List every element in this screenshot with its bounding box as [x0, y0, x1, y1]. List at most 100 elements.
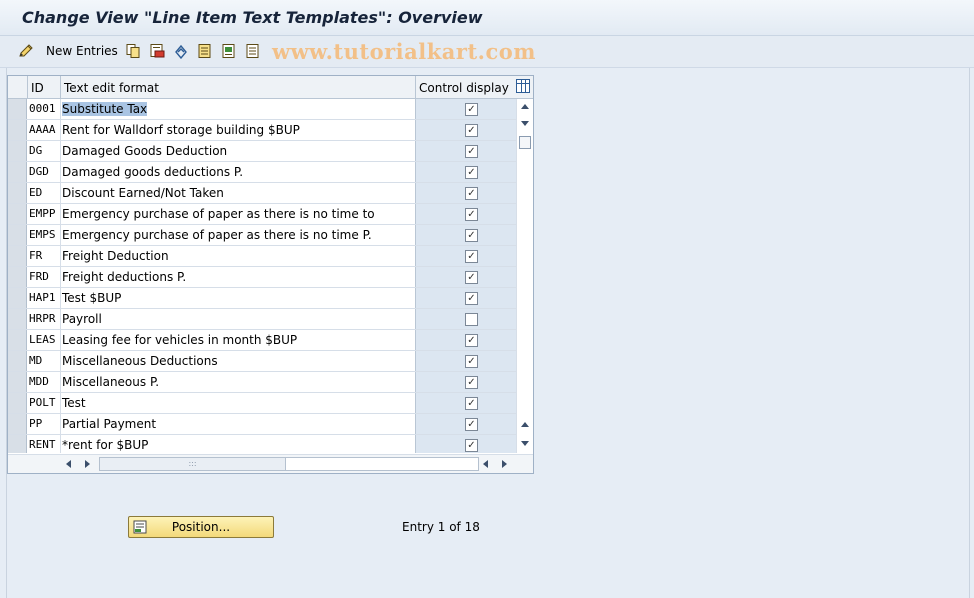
cell-text-edit-format[interactable]: Test $BUP: [61, 288, 416, 308]
cell-text-edit-format[interactable]: Substitute Tax: [61, 99, 416, 119]
row-selector[interactable]: [8, 414, 27, 434]
delete-icon[interactable]: [149, 43, 165, 59]
control-display-checkbox[interactable]: ✓: [465, 187, 478, 200]
table-row[interactable]: EMPS Emergency purchase of paper as there…: [8, 225, 516, 246]
row-selector[interactable]: [8, 330, 27, 350]
edit-pencil-icon[interactable]: [18, 43, 34, 59]
row-selector[interactable]: [8, 351, 27, 371]
table-row[interactable]: HAP1 Test $BUP ✓: [8, 288, 516, 309]
row-selector[interactable]: [8, 120, 27, 140]
cell-text-edit-format[interactable]: Rent for Walldorf storage building $BUP: [61, 120, 416, 140]
control-display-checkbox[interactable]: ✓: [465, 439, 478, 452]
page-up-icon[interactable]: [521, 422, 529, 427]
table-row[interactable]: MD Miscellaneous Deductions ✓: [8, 351, 516, 372]
undo-icon[interactable]: [173, 43, 189, 59]
row-selector[interactable]: [8, 99, 27, 119]
control-display-checkbox[interactable]: ✓: [465, 376, 478, 389]
table-row[interactable]: ED Discount Earned/Not Taken ✓: [8, 183, 516, 204]
row-selector[interactable]: [8, 246, 27, 266]
control-display-checkbox[interactable]: ✓: [465, 229, 478, 242]
control-display-checkbox[interactable]: ✓: [465, 103, 478, 116]
scroll-right-end-icon[interactable]: [502, 460, 507, 468]
control-display-checkbox[interactable]: ✓: [465, 250, 478, 263]
table-row[interactable]: HRPR Payroll: [8, 309, 516, 330]
scroll-left-end-icon[interactable]: [483, 460, 488, 468]
cell-text-edit-format[interactable]: Damaged Goods Deduction: [61, 141, 416, 161]
table-row[interactable]: POLT Test ✓: [8, 393, 516, 414]
cell-text-edit-format[interactable]: Partial Payment: [61, 414, 416, 434]
control-display-checkbox[interactable]: [465, 313, 478, 326]
control-display-checkbox[interactable]: ✓: [465, 334, 478, 347]
cell-text-edit-format[interactable]: Test: [61, 393, 416, 413]
position-button[interactable]: Position...: [128, 516, 274, 538]
table-row[interactable]: FRD Freight deductions P. ✓: [8, 267, 516, 288]
control-display-checkbox[interactable]: ✓: [465, 208, 478, 221]
table-row[interactable]: AAAA Rent for Walldorf storage building $…: [8, 120, 516, 141]
select-all-rows-header[interactable]: [8, 76, 28, 98]
row-selector[interactable]: [8, 141, 27, 161]
row-selector[interactable]: [8, 267, 27, 287]
row-selector[interactable]: [8, 393, 27, 413]
row-selector[interactable]: [8, 162, 27, 182]
table-row[interactable]: LEAS Leasing fee for vehicles in month $B…: [8, 330, 516, 351]
deselect-all-icon[interactable]: [245, 43, 261, 59]
control-display-checkbox[interactable]: ✓: [465, 271, 478, 284]
cell-text-edit-format[interactable]: Miscellaneous P.: [61, 372, 416, 392]
select-all-icon[interactable]: [197, 43, 213, 59]
cell-text-edit-format[interactable]: Freight deductions P.: [61, 267, 416, 287]
table-row[interactable]: DG Damaged Goods Deduction ✓: [8, 141, 516, 162]
cell-text-edit-format[interactable]: Freight Deduction: [61, 246, 416, 266]
scroll-right-icon[interactable]: [85, 460, 90, 468]
scroll-left-icon[interactable]: [66, 460, 71, 468]
cell-text-edit-format[interactable]: Emergency purchase of paper as there is …: [61, 225, 416, 245]
row-selector[interactable]: [8, 435, 27, 453]
cell-text-edit-format[interactable]: *rent for $BUP: [61, 435, 416, 453]
table-row[interactable]: PP Partial Payment ✓: [8, 414, 516, 435]
control-display-checkbox[interactable]: ✓: [465, 355, 478, 368]
row-selector[interactable]: [8, 372, 27, 392]
select-block-icon[interactable]: [221, 43, 237, 59]
vertical-scroll-thumb[interactable]: [519, 136, 531, 149]
control-display-checkbox[interactable]: ✓: [465, 145, 478, 158]
row-selector[interactable]: [8, 183, 27, 203]
cell-text-edit-format[interactable]: Discount Earned/Not Taken: [61, 183, 416, 203]
control-display-checkbox[interactable]: ✓: [465, 124, 478, 137]
vertical-scrollbar[interactable]: [516, 99, 533, 453]
new-entries-button[interactable]: New Entries: [46, 44, 118, 58]
cell-control-display: ✓: [416, 141, 516, 161]
control-display-checkbox[interactable]: ✓: [465, 166, 478, 179]
row-selector[interactable]: [8, 288, 27, 308]
cell-text-edit-format[interactable]: Emergency purchase of paper as there is …: [61, 204, 416, 224]
table-row[interactable]: DGD Damaged goods deductions P. ✓: [8, 162, 516, 183]
control-display-checkbox[interactable]: ✓: [465, 292, 478, 305]
table-row[interactable]: MDD Miscellaneous P. ✓: [8, 372, 516, 393]
table-row[interactable]: 0001 Substitute Tax ✓: [8, 99, 516, 120]
cell-text-edit-format[interactable]: Miscellaneous Deductions: [61, 351, 416, 371]
control-display-checkbox[interactable]: ✓: [465, 397, 478, 410]
row-selector[interactable]: [8, 225, 27, 245]
cell-control-display: [416, 309, 516, 329]
entry-counter: Entry 1 of 18: [402, 520, 480, 534]
table-row[interactable]: RENT *rent for $BUP ✓: [8, 435, 516, 453]
scroll-down-icon[interactable]: [521, 121, 529, 126]
control-display-checkbox[interactable]: ✓: [465, 418, 478, 431]
table-row[interactable]: FR Freight Deduction ✓: [8, 246, 516, 267]
cell-text-edit-format[interactable]: Leasing fee for vehicles in month $BUP: [61, 330, 416, 350]
cell-text-value: Test: [62, 396, 86, 410]
horizontal-scrollbar[interactable]: :::: [8, 454, 533, 473]
column-header-control[interactable]: Control display: [416, 76, 516, 98]
scroll-up-icon[interactable]: [521, 104, 529, 109]
column-header-text[interactable]: Text edit format: [61, 76, 416, 98]
horizontal-scroll-thumb[interactable]: :::: [100, 458, 286, 470]
row-selector[interactable]: [8, 204, 27, 224]
page-down-icon[interactable]: [521, 441, 529, 446]
copy-icon[interactable]: [125, 43, 141, 59]
column-header-id[interactable]: ID: [28, 76, 61, 98]
table-row[interactable]: EMPP Emergency purchase of paper as there…: [8, 204, 516, 225]
horizontal-scroll-track[interactable]: :::: [99, 457, 479, 471]
cell-text-edit-format[interactable]: Payroll: [61, 309, 416, 329]
table-settings-icon[interactable]: [516, 79, 530, 93]
cell-id: FR: [28, 246, 61, 266]
cell-text-edit-format[interactable]: Damaged goods deductions P.: [61, 162, 416, 182]
row-selector[interactable]: [8, 309, 27, 329]
